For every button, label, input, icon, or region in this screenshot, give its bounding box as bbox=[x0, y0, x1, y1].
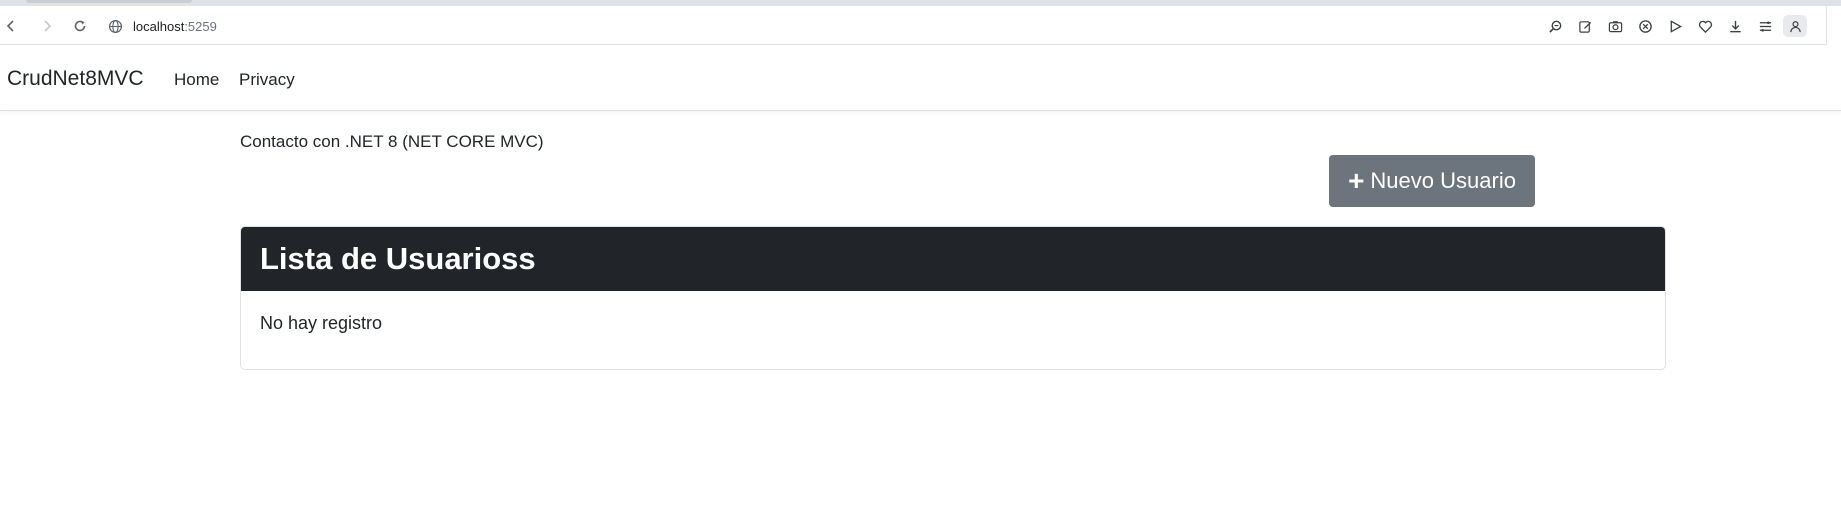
card-body: No hay registro bbox=[241, 291, 1665, 356]
active-tab-indicator bbox=[26, 0, 192, 3]
play-icon[interactable] bbox=[1660, 15, 1690, 37]
edit-icon[interactable] bbox=[1570, 15, 1600, 37]
block-icon[interactable] bbox=[1630, 15, 1660, 37]
site-navbar: CrudNet8MVC Home Privacy bbox=[0, 45, 1841, 111]
new-user-button-label: Nuevo Usuario bbox=[1370, 168, 1516, 193]
nav-link-privacy[interactable]: Privacy bbox=[239, 70, 295, 90]
url-port: :5259 bbox=[184, 18, 217, 34]
card-header: Lista de Usuarioss bbox=[241, 227, 1665, 291]
browser-toolbar: localhost:5259 bbox=[0, 6, 1841, 45]
back-icon[interactable] bbox=[1, 16, 21, 36]
address-bar[interactable]: localhost:5259 bbox=[108, 14, 217, 38]
forward-icon[interactable] bbox=[37, 16, 57, 36]
page-subtitle: Contacto con .NET 8 (NET CORE MVC) bbox=[240, 132, 544, 151]
reload-icon[interactable] bbox=[70, 16, 90, 36]
card-title: Lista de Usuarioss bbox=[260, 241, 536, 276]
users-card: Lista de Usuarioss No hay registro bbox=[240, 226, 1666, 370]
camera-icon[interactable] bbox=[1600, 15, 1630, 37]
download-icon[interactable] bbox=[1720, 15, 1750, 37]
window-edge bbox=[1826, 6, 1841, 45]
menu-icon[interactable] bbox=[1750, 15, 1780, 37]
plus-icon: + bbox=[1348, 165, 1365, 196]
new-user-button[interactable]: + Nuevo Usuario bbox=[1329, 155, 1535, 207]
heart-icon[interactable] bbox=[1690, 15, 1720, 37]
zoom-icon[interactable] bbox=[1540, 15, 1570, 37]
empty-message: No hay registro bbox=[260, 313, 383, 333]
url-host: localhost bbox=[133, 18, 185, 34]
nav-link-home[interactable]: Home bbox=[174, 70, 219, 90]
site-info-icon[interactable] bbox=[108, 19, 123, 34]
profile-icon[interactable] bbox=[1783, 15, 1807, 37]
navbar-brand[interactable]: CrudNet8MVC bbox=[7, 67, 144, 91]
browser-tool-icons bbox=[1540, 15, 1807, 37]
